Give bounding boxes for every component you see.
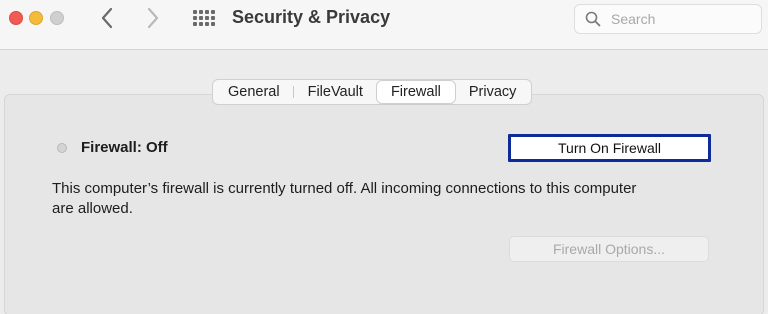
grid-icon[interactable] <box>193 10 215 26</box>
close-icon[interactable] <box>9 11 23 25</box>
chevron-right-icon <box>147 7 159 29</box>
title-bar: Security & Privacy <box>0 0 768 50</box>
tab-general[interactable]: General <box>214 81 294 103</box>
tab-bar: General FileVault Firewall Privacy <box>212 79 533 105</box>
search-field[interactable] <box>574 4 762 34</box>
turn-on-firewall-button[interactable]: Turn On Firewall <box>508 134 711 162</box>
firewall-status-label: Firewall: Off <box>81 139 168 156</box>
tab-filevault[interactable]: FileVault <box>294 81 377 103</box>
firewall-options-button[interactable]: Firewall Options... <box>509 236 709 262</box>
window-title: Security & Privacy <box>232 7 391 27</box>
minimize-icon[interactable] <box>29 11 43 25</box>
back-button[interactable] <box>100 7 114 29</box>
tab-privacy[interactable]: Privacy <box>455 81 531 103</box>
search-icon <box>585 11 601 27</box>
firewall-status-indicator <box>57 143 67 153</box>
search-input[interactable] <box>611 9 751 29</box>
forward-button[interactable] <box>146 7 160 29</box>
firewall-description: This computer’s firewall is currently tu… <box>52 180 637 217</box>
zoom-icon[interactable] <box>50 11 64 25</box>
chevron-left-icon <box>101 7 113 29</box>
tab-firewall[interactable]: Firewall <box>376 81 455 103</box>
